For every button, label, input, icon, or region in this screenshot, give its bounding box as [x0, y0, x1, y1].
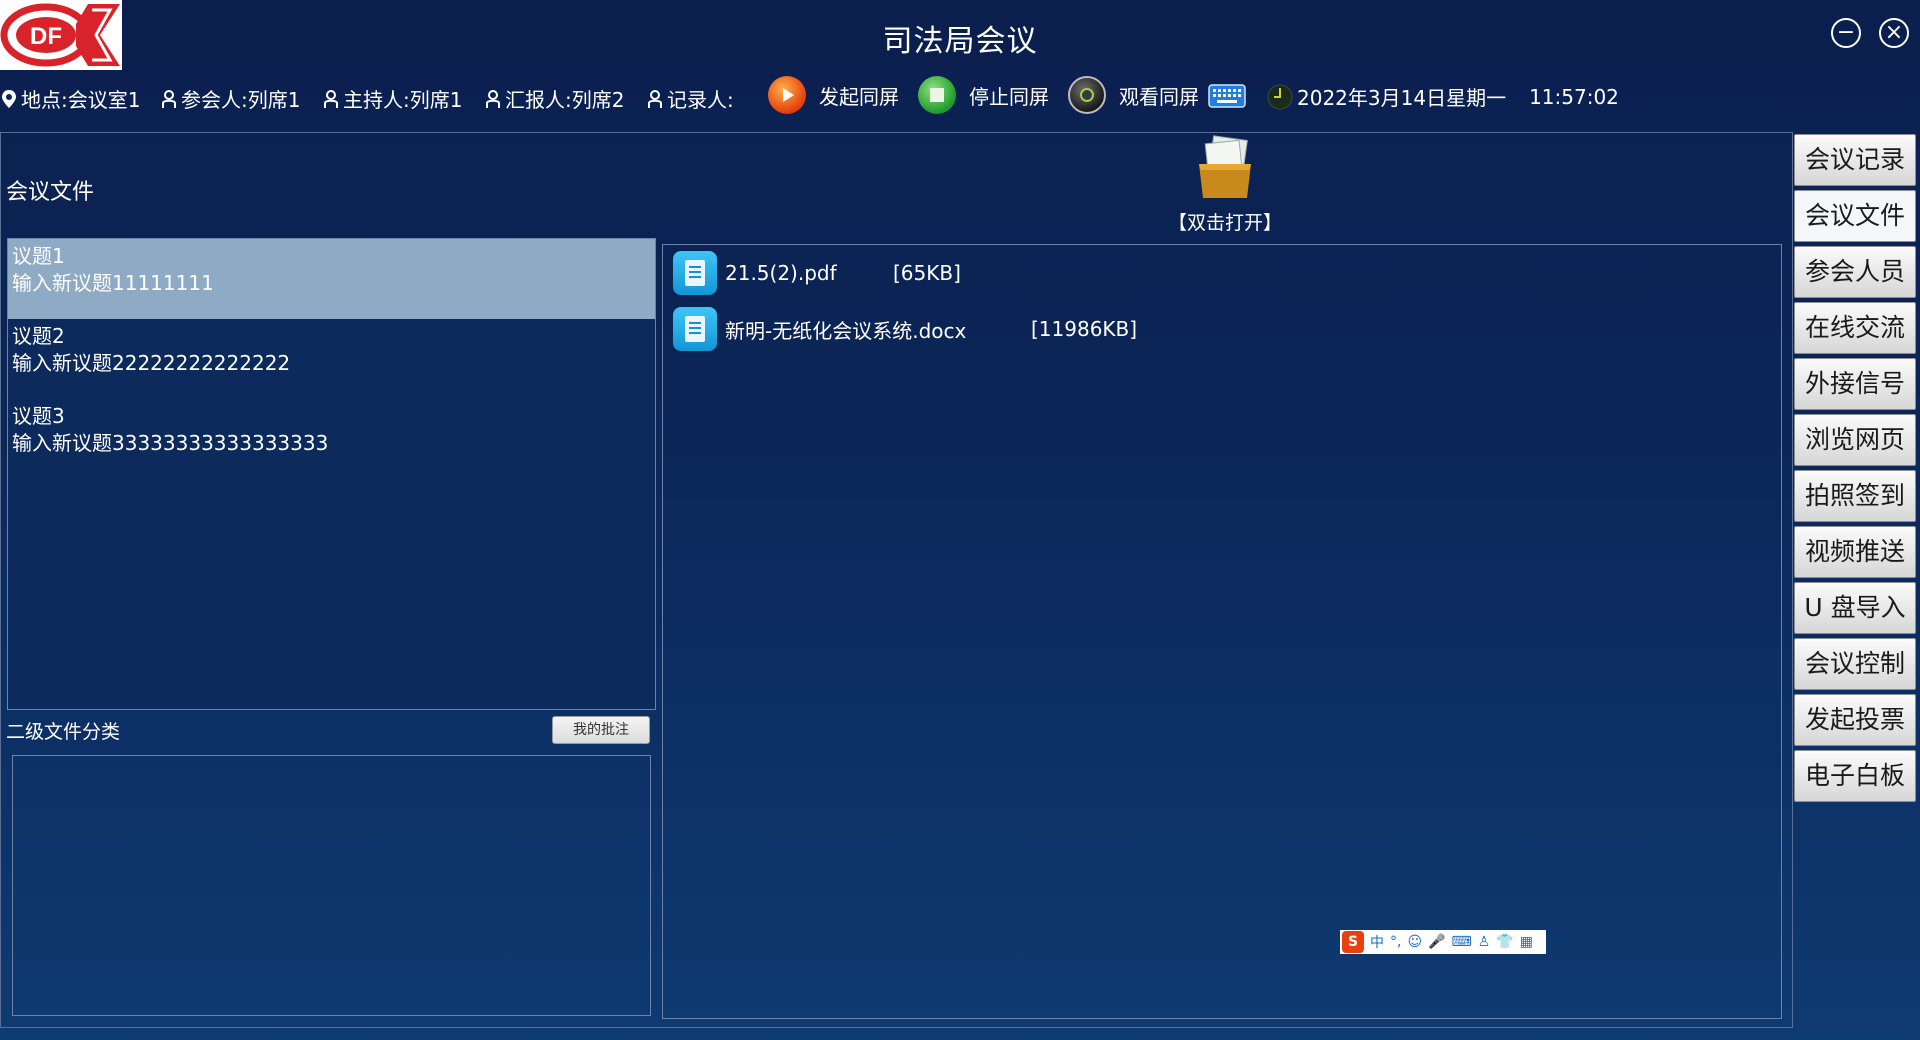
- ime-toolbar[interactable]: S 中 °, ☺ 🎤 ⌨ ♙ 👕 ▦: [1340, 930, 1546, 954]
- datetime-info: 2022年3月14日星期一 11:57:02: [1266, 82, 1619, 111]
- side-menu-browse-web[interactable]: 浏览网页: [1794, 414, 1916, 466]
- start-share-button[interactable]: 发起同屏: [768, 76, 899, 114]
- location-pin-icon: [2, 89, 16, 108]
- host-info: 主持人:列席1: [322, 84, 462, 113]
- watch-share-button[interactable]: 观看同屏: [1068, 76, 1199, 114]
- side-menu-meeting-record[interactable]: 会议记录: [1794, 134, 1916, 186]
- person-icon: [486, 89, 500, 108]
- microphone-icon[interactable]: 🎤: [1428, 934, 1445, 950]
- watch-share-label: 观看同屏: [1119, 84, 1199, 109]
- side-menu-whiteboard[interactable]: 电子白板: [1794, 750, 1916, 802]
- recorder-info: 记录人:: [646, 84, 734, 113]
- side-menu: 会议记录 会议文件 参会人员 在线交流 外接信号 浏览网页 拍照签到 视频推送 …: [1794, 134, 1916, 806]
- file-size: [11986KB]: [1031, 317, 1138, 341]
- start-share-label: 发起同屏: [819, 84, 899, 109]
- side-menu-attendees[interactable]: 参会人员: [1794, 246, 1916, 298]
- topic-title: 议题3: [12, 404, 65, 428]
- side-menu-photo-signin[interactable]: 拍照签到: [1794, 470, 1916, 522]
- topic-list: 议题1 输入新议题11111111 议题2 输入新议题2222222222222…: [7, 238, 656, 710]
- location-text: 地点:会议室1: [21, 88, 141, 112]
- side-menu-meeting-files[interactable]: 会议文件: [1794, 190, 1916, 242]
- ime-logo-icon: S: [1342, 931, 1364, 953]
- location-info: 地点:会议室1: [0, 84, 140, 113]
- side-menu-external-signal[interactable]: 外接信号: [1794, 358, 1916, 410]
- side-menu-online-chat[interactable]: 在线交流: [1794, 302, 1916, 354]
- keyboard-icon: [1208, 84, 1246, 108]
- file-name: 21.5(2).pdf: [725, 261, 837, 285]
- keyboard-button[interactable]: [1208, 84, 1246, 108]
- reporter-text: 汇报人:列席2: [505, 88, 625, 112]
- sub-category-label: 二级文件分类: [6, 721, 121, 743]
- topic-description: 输入新议题11111111: [12, 271, 214, 295]
- minimize-icon: −: [1836, 20, 1856, 45]
- participants-text: 参会人:列席1: [181, 88, 301, 112]
- window-title: 司法局会议: [882, 24, 1038, 59]
- keyboard-icon[interactable]: ⌨: [1452, 934, 1472, 950]
- close-button[interactable]: ×: [1879, 18, 1909, 48]
- side-menu-start-vote[interactable]: 发起投票: [1794, 694, 1916, 746]
- skin-icon[interactable]: 👕: [1496, 934, 1513, 950]
- open-hint-label: 【双击打开】: [1167, 212, 1282, 234]
- list-item[interactable]: 议题3 输入新议题33333333333333333: [8, 399, 655, 479]
- topic-title: 议题2: [12, 324, 65, 348]
- section-title: 会议文件: [6, 180, 95, 205]
- time-text: 11:57:02: [1529, 84, 1619, 109]
- file-name: 新明-无纸化会议系统.docx: [725, 318, 967, 343]
- file-list: 21.5(2).pdf [65KB] 新明-无纸化会议系统.docx [1198…: [662, 244, 1782, 1019]
- stop-icon: [918, 76, 956, 114]
- ime-punct[interactable]: °,: [1390, 934, 1401, 950]
- file-row[interactable]: 新明-无纸化会议系统.docx [11986KB]: [673, 307, 1137, 351]
- play-icon: [768, 76, 806, 114]
- recorder-text: 记录人:: [667, 88, 734, 112]
- file-row[interactable]: 21.5(2).pdf [65KB]: [673, 251, 961, 295]
- close-icon: ×: [1884, 20, 1904, 45]
- person-icon: [162, 89, 176, 108]
- user-icon[interactable]: ♙: [1478, 934, 1491, 950]
- topic-description: 输入新议题22222222222222: [12, 351, 291, 375]
- list-item[interactable]: 议题1 输入新议题11111111: [8, 239, 655, 319]
- document-icon: [673, 307, 717, 351]
- side-menu-video-push[interactable]: 视频推送: [1794, 526, 1916, 578]
- host-text: 主持人:列席1: [343, 88, 463, 112]
- participants-info: 参会人:列席1: [160, 84, 300, 113]
- topic-description: 输入新议题33333333333333333: [12, 431, 329, 455]
- stop-share-label: 停止同屏: [969, 84, 1049, 109]
- camera-icon: [1068, 76, 1106, 114]
- ime-mode[interactable]: 中: [1370, 932, 1384, 952]
- document-icon: [673, 251, 717, 295]
- emoji-icon[interactable]: ☺: [1407, 934, 1422, 950]
- open-folder-button[interactable]: 【双击打开】: [1165, 134, 1285, 235]
- clock-icon: [1267, 84, 1293, 109]
- file-size: [65KB]: [893, 261, 961, 285]
- grid-icon[interactable]: ▦: [1520, 934, 1533, 950]
- reporter-info: 汇报人:列席2: [484, 84, 624, 113]
- stop-share-button[interactable]: 停止同屏: [918, 76, 1049, 114]
- list-item[interactable]: 议题2 输入新议题22222222222222: [8, 319, 655, 399]
- person-icon: [648, 89, 662, 108]
- topic-title: 议题1: [12, 244, 65, 268]
- title-bar: DF 司法局会议 − ×: [0, 0, 1920, 72]
- sub-category-list: [12, 755, 651, 1016]
- person-icon: [324, 89, 338, 108]
- meeting-info-bar: 地点:会议室1 参会人:列席1 主持人:列席1 汇报人:列席2 记录人: 发起同…: [0, 76, 1920, 120]
- side-menu-usb-import[interactable]: U 盘导入: [1794, 582, 1916, 634]
- side-menu-meeting-control[interactable]: 会议控制: [1794, 638, 1916, 690]
- minimize-button[interactable]: −: [1831, 18, 1861, 48]
- my-annotations-button[interactable]: 我的批注: [552, 716, 650, 744]
- date-text: 2022年3月14日星期一: [1297, 86, 1507, 110]
- folder-icon: [1199, 135, 1251, 198]
